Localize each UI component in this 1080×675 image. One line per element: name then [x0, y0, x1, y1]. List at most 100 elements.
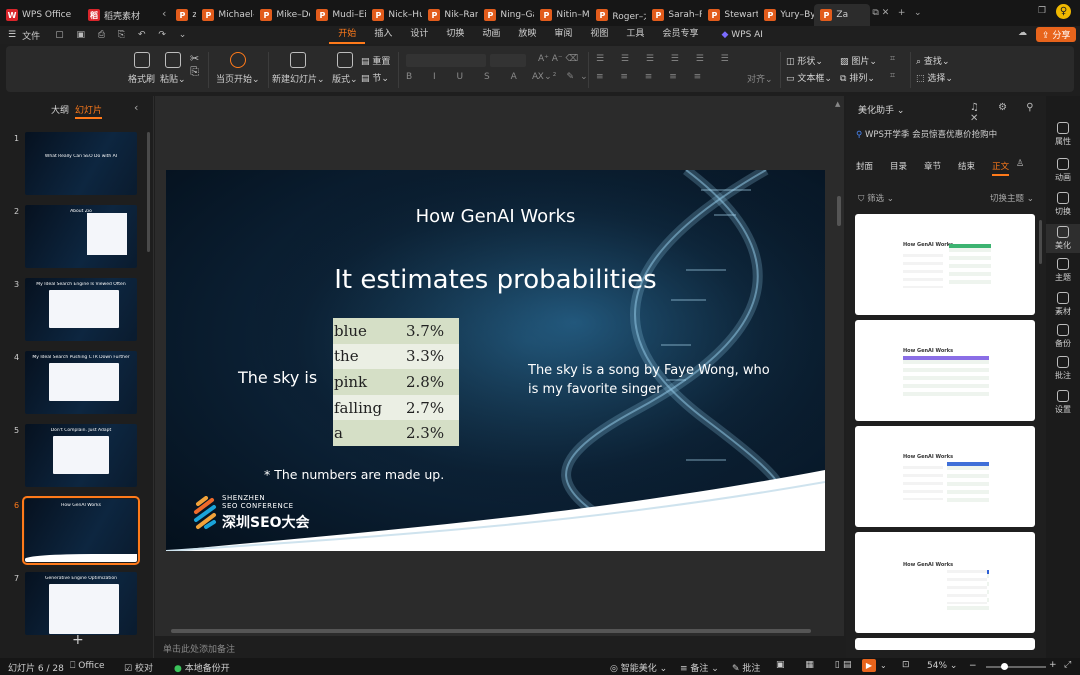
font-color-buttons[interactable]: A⌄ ✎⌄ — [532, 72, 594, 82]
doc-tab[interactable]: 稻稻壳素材 — [82, 4, 158, 26]
template-card[interactable]: How GenAI Works — [855, 532, 1035, 633]
zoom-slider-thumb[interactable] — [1001, 663, 1008, 670]
scroll-tabs-left-icon[interactable]: ‹ — [158, 7, 170, 20]
slide-thumbnail[interactable]: My Ideal Search Engine Is Viewed Often — [25, 278, 137, 341]
template-card[interactable]: How GenAI Works — [855, 214, 1035, 315]
slide-thumbnail[interactable]: About Zio — [25, 205, 137, 268]
panel-title[interactable]: 美化助手 ⌄ — [858, 103, 904, 116]
view-mode-buttons[interactable]: ▣ ▦ ▯ — [776, 660, 849, 670]
doc-tab[interactable]: PSarah–Pe — [646, 4, 702, 26]
doc-tab[interactable]: PMudi–Eis — [310, 4, 366, 26]
sidebar-item[interactable]: 属性 — [1046, 122, 1080, 147]
window-restore-icon[interactable]: ❐ — [1038, 6, 1046, 16]
ribbon-tab[interactable]: 视图 — [581, 26, 617, 44]
notes-button[interactable]: ≡ 备注 ⌄ — [680, 661, 719, 674]
sidebar-item[interactable]: 批注 — [1046, 356, 1080, 381]
share-button[interactable]: ⇪ 分享 — [1036, 27, 1077, 42]
ribbon-tab[interactable]: 工具 — [617, 26, 653, 44]
filter-button[interactable]: ⛉ 筛选 ⌄ — [858, 192, 894, 204]
zoom-out-button[interactable]: − — [969, 661, 977, 671]
vertical-scrollbar[interactable] — [837, 196, 841, 226]
horizontal-scrollbar[interactable] — [171, 629, 811, 633]
slide-thumbnail[interactable]: Generative Engine Optimization — [25, 572, 137, 635]
proofing-button[interactable]: ☑ 校对 — [124, 661, 153, 674]
ribbon-tab[interactable]: 插入 — [365, 26, 401, 44]
tab-controls[interactable]: ⧉ ✕ + ⌄ — [870, 8, 921, 18]
ribbon-tab[interactable]: 放映 — [509, 26, 545, 44]
more-shapes-icon[interactable]: ⌗ — [890, 54, 895, 64]
zoom-level[interactable]: 54% ⌄ — [927, 661, 957, 671]
menu-icon[interactable]: ☰ — [0, 30, 20, 40]
slide-thumbnail[interactable]: My Ideal Search Pushing CTR Down Further — [25, 351, 137, 414]
template-card[interactable]: How GenAI Works — [855, 426, 1035, 527]
doc-tab[interactable]: PNitin–Ma — [534, 4, 590, 26]
slide-thumbnail[interactable]: What Really Can SEO Do with AI — [25, 132, 137, 195]
cloud-icon[interactable]: ☁ — [1018, 28, 1027, 38]
zoom-slider[interactable] — [986, 666, 1046, 668]
ribbon-tab[interactable]: 切换 — [437, 26, 473, 44]
ribbon-tab[interactable]: 动画 — [473, 26, 509, 44]
doc-tab[interactable]: PNik–Ranc — [422, 4, 478, 26]
sidebar-item[interactable]: 美化 — [1046, 224, 1080, 253]
sidebar-item[interactable]: 设置 — [1046, 390, 1080, 415]
beautify-tab[interactable]: 封面 — [856, 160, 873, 176]
notes-placeholder[interactable]: 单击此处添加备注 — [163, 642, 235, 655]
format-painter-button[interactable]: 格式刷 — [128, 52, 155, 85]
ribbon-tab[interactable]: 设计 — [401, 26, 437, 44]
doc-tab[interactable]: PNing–Gar — [478, 4, 534, 26]
zoom-in-button[interactable]: + — [1049, 660, 1057, 670]
sidebar-item[interactable]: 主题 — [1046, 258, 1080, 283]
panel-scrollbar[interactable] — [1039, 220, 1042, 264]
layout-button[interactable]: 版式⌄ — [332, 52, 358, 85]
ribbon-tab[interactable]: 审阅 — [545, 26, 581, 44]
panel-action-icons[interactable]: ♫ ⚙ ⚲ ✕ — [970, 102, 1046, 124]
doc-tab[interactable]: P Za — [814, 4, 871, 26]
quick-access-icons[interactable]: ▢ ▣ ⎙ ⎘ ↶ ↷ ⌄ — [49, 30, 197, 40]
paragraph-buttons[interactable]: ☰ ☰ ☰ ☰ ☰ ☰ — [596, 54, 736, 64]
beautify-tab[interactable]: 章节 — [924, 160, 941, 176]
arrange-button[interactable]: ⧉ 排列⌄ — [840, 71, 875, 84]
picture-button[interactable]: ▨ 图片⌄ — [840, 54, 877, 67]
comments-button[interactable]: ✎ 批注 — [732, 661, 760, 674]
play-from-current-button[interactable]: 当页开始⌄ — [216, 52, 260, 85]
shape-button[interactable]: ◫ 形状⌄ — [786, 54, 823, 67]
doc-tab[interactable]: P Nick–Hu — [366, 4, 422, 26]
switch-theme-button[interactable]: 切换主题 ⌄ — [990, 192, 1034, 204]
cut-copy-buttons[interactable]: ✂ ⎘ — [190, 52, 199, 79]
ribbon-tab[interactable]: 开始 — [329, 26, 366, 44]
beautify-tab[interactable]: 正文 — [992, 160, 1010, 176]
slide-thumbnail[interactable]: Don't Complain. Just Adapt — [25, 424, 137, 487]
reset-button[interactable]: ▤ 重置 — [361, 54, 390, 67]
font-size-buttons[interactable]: A⁺ A⁻ ⌫ — [538, 54, 578, 64]
promo-banner[interactable]: ⚲ WPS开学季 会员惊喜优惠价抢购中 — [856, 128, 997, 140]
slides-tab[interactable]: 幻灯片 — [75, 103, 103, 119]
doc-tab[interactable]: PStewart– — [702, 4, 758, 26]
beautify-tab[interactable]: 目录 — [890, 160, 907, 176]
slideshow-settings-icon[interactable]: ▤ — [843, 660, 852, 670]
section-button[interactable]: ▤ 节⌄ — [361, 71, 389, 84]
doc-tab[interactable]: Pzio· — [170, 4, 196, 26]
select-button[interactable]: ⬚ 选择⌄ — [916, 71, 953, 84]
scrollbar[interactable] — [147, 132, 150, 252]
add-slide-button[interactable]: + — [72, 632, 84, 648]
wps-ai-button[interactable]: ◆ WPS AI — [721, 30, 763, 40]
align-button[interactable]: 对齐⌄ — [747, 72, 773, 85]
sidebar-item[interactable]: 切换 — [1046, 192, 1080, 217]
play-options-icon[interactable]: ⌄ — [880, 661, 887, 670]
font-size-select[interactable] — [490, 54, 526, 67]
backup-status[interactable]: ● 本地备份开 — [174, 661, 230, 674]
sidebar-item[interactable]: 素材 — [1046, 292, 1080, 317]
fullscreen-icon[interactable]: ⤢ — [1064, 660, 1071, 670]
user-icon[interactable]: ♙ — [1016, 159, 1024, 169]
find-button[interactable]: ⌕ 查找⌄ — [916, 54, 949, 67]
sidebar-item[interactable]: 动画 — [1046, 158, 1080, 183]
collapse-panel-icon[interactable]: ‹ — [134, 101, 138, 114]
beautify-tab[interactable]: 结束 — [958, 160, 975, 176]
doc-tab[interactable]: PYury–Byp — [758, 4, 814, 26]
doc-tab[interactable]: PMike–Der — [254, 4, 310, 26]
doc-tab[interactable]: P Michael– — [196, 4, 254, 26]
doc-tab[interactable]: W WPS Office — [0, 4, 82, 26]
paste-button[interactable]: 粘贴⌄ — [160, 52, 186, 85]
office-theme[interactable]: ⎕ Office — [70, 661, 105, 671]
more-layout-icon[interactable]: ⌗ — [890, 71, 895, 81]
